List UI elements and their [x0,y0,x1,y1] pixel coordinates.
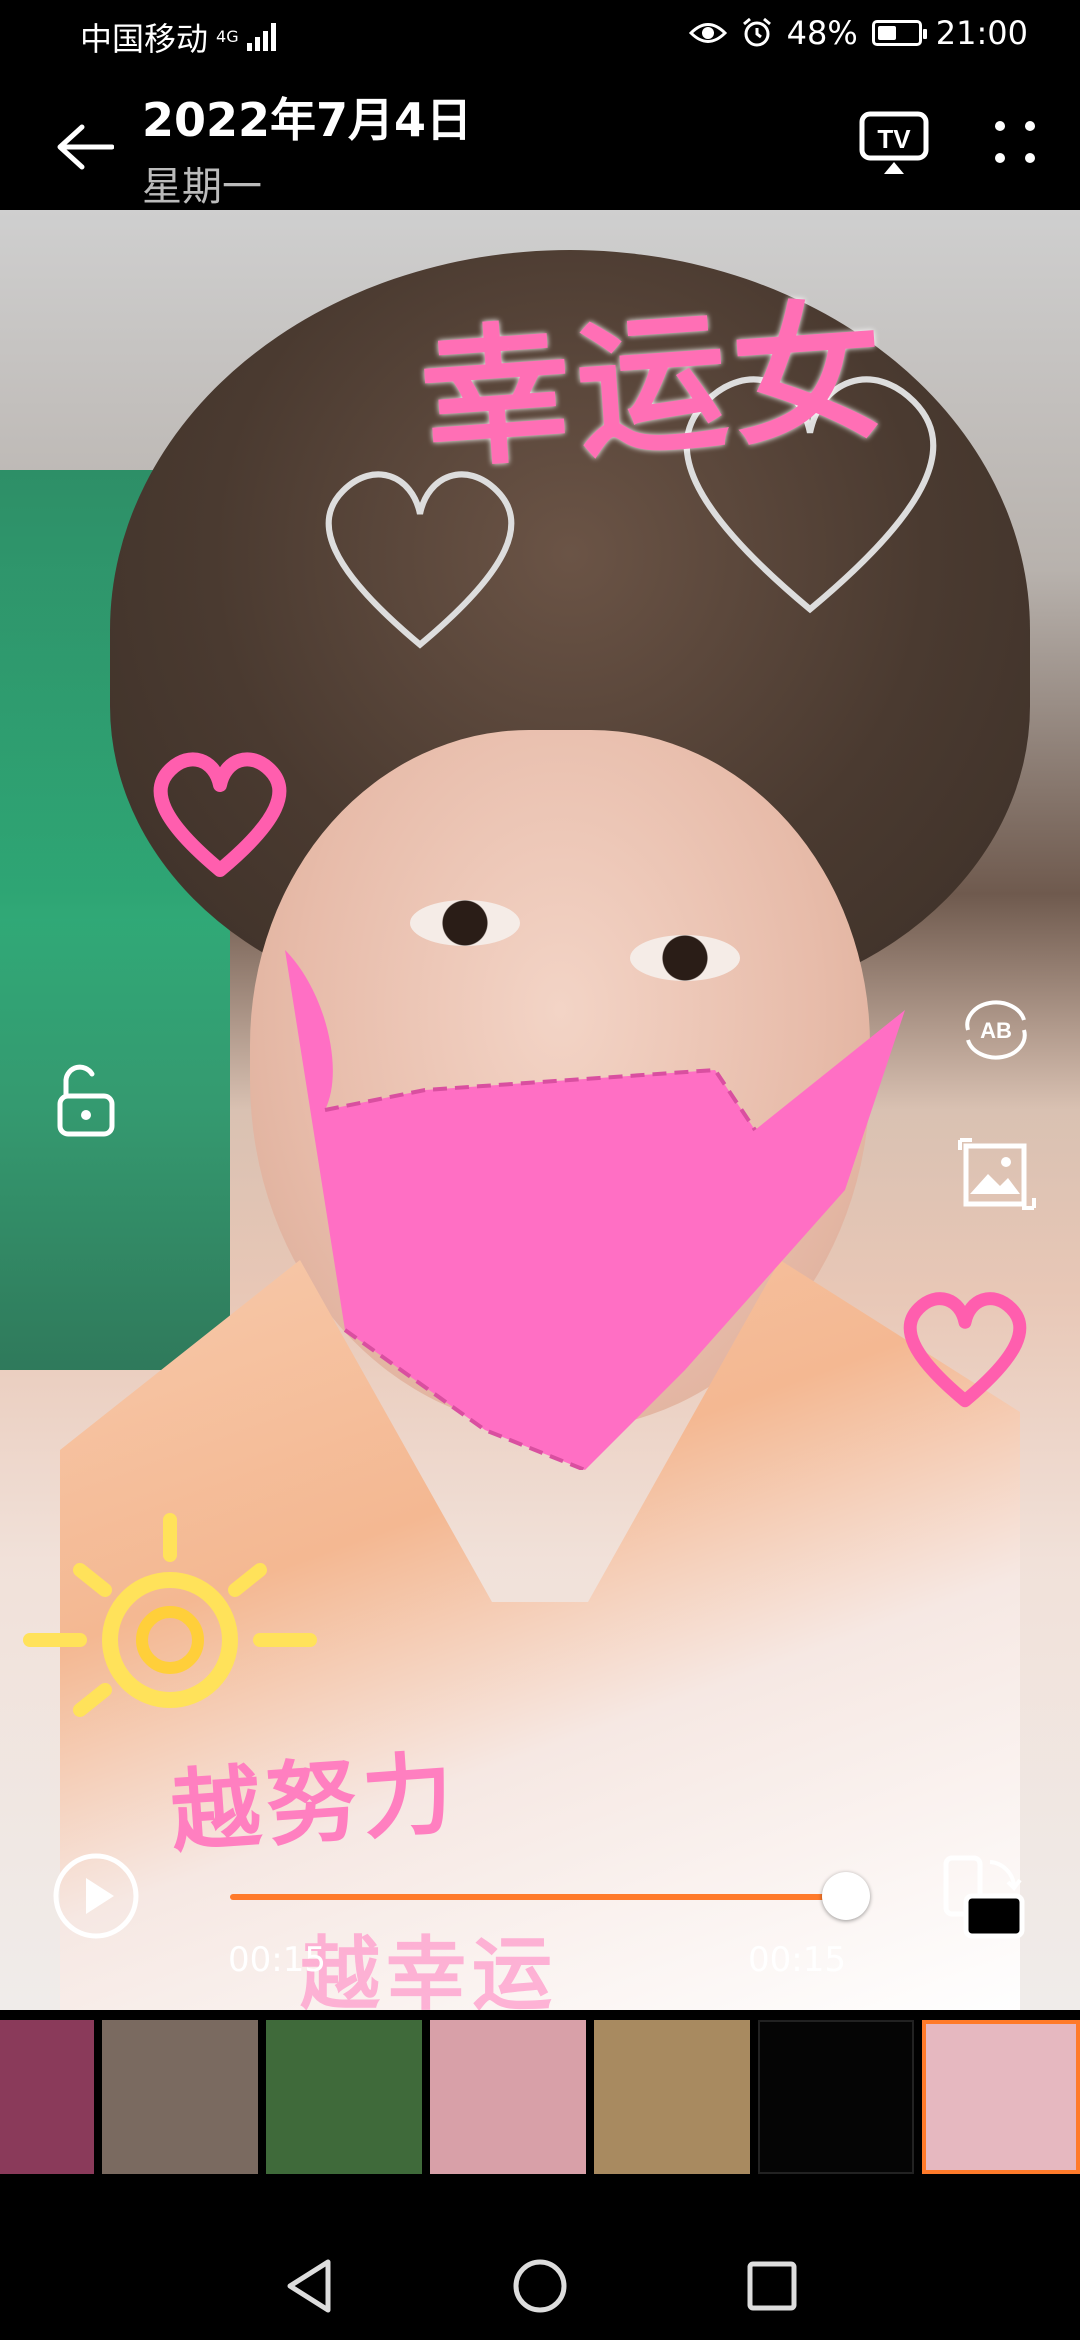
signal-icon [246,23,276,51]
page-title: 2022年7月4日 [142,93,473,147]
rotate-button[interactable] [938,1852,1028,1942]
status-right: 48% 21:00 [688,14,1028,52]
top-bar: 2022年7月4日 星期一 TV [0,72,1080,210]
thumbnail-strip[interactable] [0,2018,1080,2176]
clock: 21:00 [935,14,1028,52]
progress-knob[interactable] [822,1872,870,1920]
heart-sticker [153,752,287,877]
thumbnail-item[interactable] [594,2020,750,2174]
system-nav-bar [0,2176,1080,2340]
thumbnail-item[interactable] [102,2020,258,2174]
media-viewer[interactable]: 幸运女 越努力 越幸运 AB [0,210,1080,2010]
carrier-label: 中国移动 [80,20,209,58]
thumbnail-item[interactable] [758,2020,914,2174]
battery-icon [871,20,927,46]
thumbnail-item-selected[interactable] [922,2020,1080,2174]
arrow-left-icon [57,124,114,170]
eye-comfort-icon [688,23,727,43]
sun-sticker [23,1513,317,1717]
sticker-top-text: 幸运女 [415,283,895,491]
back-button[interactable] [50,112,120,182]
heart-sticker [903,1292,1027,1408]
thumbnail-item[interactable] [0,2020,94,2174]
tv-label: TV [877,124,911,154]
alarm-icon [742,17,771,47]
ab-switch-button[interactable]: AB [956,1000,1036,1060]
status-left: 中国移动 4G [80,14,276,60]
total-time: 00:15 [748,1940,846,1980]
current-time: 00:15 [228,1940,326,1980]
thumbnail-item[interactable] [430,2020,586,2174]
sticker-bottom-text: 越努力 [167,1741,462,1866]
play-icon [53,1853,139,1939]
progress-bar[interactable] [230,1894,846,1900]
nav-back-icon[interactable] [280,2256,340,2316]
more-options-button[interactable] [990,112,1040,172]
more-dots-icon [995,121,1035,163]
unlock-button[interactable] [50,1062,120,1138]
rotate-screen-icon [943,1855,1025,1939]
status-bar: 中国移动 4G 48% 21:00 [0,0,1080,72]
thumbnail-item[interactable] [266,2020,422,2174]
image-icon [958,1138,1036,1210]
ab-loop-icon: AB [965,1000,1027,1060]
svg-text:AB: AB [980,1018,1012,1043]
battery-percent: 48% [786,14,858,52]
nav-home-icon[interactable] [510,2256,570,2316]
play-button[interactable] [52,1852,140,1940]
weekday-label: 星期一 [142,164,262,210]
battery-fill [877,26,897,40]
save-frame-button[interactable] [958,1136,1036,1212]
nav-recent-icon[interactable] [742,2256,802,2316]
photo-eye-left [410,900,520,946]
tv-cast-icon: TV [859,111,929,174]
sticker-bottom-text-2: 越幸运 [300,1928,558,2010]
cast-tv-button[interactable]: TV [858,108,930,180]
unlock-icon [57,1064,115,1137]
pink-mask-sticker [285,950,905,1470]
network-type-label: 4G [216,27,239,46]
